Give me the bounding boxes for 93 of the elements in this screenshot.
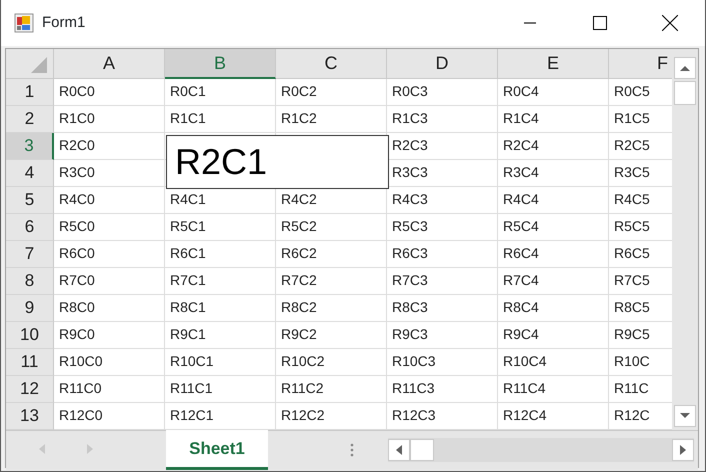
row-header[interactable]: 4 — [6, 160, 54, 187]
column-header[interactable]: D — [387, 49, 498, 79]
table-cell: R10C0 — [54, 349, 165, 376]
table-cell: R9C4 — [498, 322, 609, 349]
table-cell: R0C1 — [165, 79, 276, 106]
table-cell: R11C2 — [276, 376, 387, 403]
table-cell: R5C3 — [387, 214, 498, 241]
table-cell: R11C3 — [387, 376, 498, 403]
row-header[interactable]: 2 — [6, 106, 54, 133]
table-cell: R11C4 — [498, 376, 609, 403]
column-header[interactable]: C — [276, 49, 387, 79]
table-cell: R4C3 — [387, 187, 498, 214]
table-cell: R11C1 — [165, 376, 276, 403]
window-title: Form1 — [42, 12, 86, 33]
scroll-thumb[interactable] — [674, 81, 696, 105]
table-cell: R10C3 — [387, 349, 498, 376]
row-header[interactable]: 6 — [6, 214, 54, 241]
column-header[interactable]: A — [54, 49, 165, 79]
row-header[interactable]: 9 — [6, 295, 54, 322]
column-header[interactable]: E — [498, 49, 609, 79]
table-cell: R4C4 — [498, 187, 609, 214]
table-cell: R9C0 — [54, 322, 165, 349]
table-cell: R10C1 — [165, 349, 276, 376]
table-cell: R3C0 — [54, 160, 165, 187]
scroll-down-button[interactable] — [674, 405, 696, 427]
row-header[interactable]: 10 — [6, 322, 54, 349]
table-cell: R8C4 — [498, 295, 609, 322]
column-header[interactable]: B — [165, 49, 276, 79]
table-cell: R10C4 — [498, 349, 609, 376]
table-cell: R7C2 — [276, 268, 387, 295]
table-cell: R1C3 — [387, 106, 498, 133]
table-cell: R11C0 — [54, 376, 165, 403]
table-cell: R6C0 — [54, 241, 165, 268]
table-cell: R1C0 — [54, 106, 165, 133]
sheet-tab[interactable]: Sheet1 — [166, 430, 268, 470]
left-arrow-icon — [38, 443, 46, 455]
table-cell: R4C0 — [54, 187, 165, 214]
table-cell: R5C2 — [276, 214, 387, 241]
table-cell: R8C3 — [387, 295, 498, 322]
down-arrow-icon — [679, 412, 692, 420]
table-cell: R6C1 — [165, 241, 276, 268]
row-header[interactable]: 5 — [6, 187, 54, 214]
table-cell: R5C0 — [54, 214, 165, 241]
column-header[interactable]: F — [609, 49, 672, 79]
table-cell: R0C4 — [498, 79, 609, 106]
right-arrow-icon — [86, 443, 94, 455]
table-cell: R7C1 — [165, 268, 276, 295]
table-cell: R8C0 — [54, 295, 165, 322]
table-cell: R0C2 — [276, 79, 387, 106]
scroll-left-button[interactable] — [388, 439, 410, 461]
table-cell: R9C2 — [276, 322, 387, 349]
table-cell: R6C4 — [498, 241, 609, 268]
row-header[interactable]: 8 — [6, 268, 54, 295]
table-cell: R0C3 — [387, 79, 498, 106]
close-icon — [662, 15, 678, 31]
row-header[interactable]: 13 — [6, 403, 54, 430]
up-arrow-icon — [679, 64, 692, 72]
table-cell: R7C0 — [54, 268, 165, 295]
table-cell: R8C1 — [165, 295, 276, 322]
table-cell: R5C1 — [165, 214, 276, 241]
table-cell: R9C1 — [165, 322, 276, 349]
table-cell: R1C4 — [498, 106, 609, 133]
left-arrow-icon — [395, 444, 403, 456]
table-cell: R9C3 — [387, 322, 498, 349]
table-cell: R6C2 — [276, 241, 387, 268]
table-cell: R1C1 — [165, 106, 276, 133]
triangle-icon — [31, 57, 47, 73]
table-cell: R0C0 — [54, 79, 165, 106]
cell-editor-field[interactable]: R2C1 — [166, 135, 389, 189]
table-cell: R7C4 — [498, 268, 609, 295]
scroll-thumb[interactable] — [410, 439, 434, 461]
scroll-up-button[interactable] — [674, 57, 696, 79]
row-header[interactable]: 12 — [6, 376, 54, 403]
right-arrow-icon — [679, 444, 687, 456]
row-header[interactable]: 1 — [6, 79, 54, 106]
table-cell: R2C4 — [498, 133, 609, 160]
app-icon — [14, 13, 34, 33]
row-header[interactable]: 7 — [6, 241, 54, 268]
scroll-right-button[interactable] — [672, 439, 694, 461]
table-cell: R6C3 — [387, 241, 498, 268]
select-all-corner[interactable] — [6, 49, 54, 79]
horizontal-scrollbar[interactable] — [388, 438, 694, 462]
row-header[interactable]: 3 — [6, 133, 54, 160]
more-options-icon[interactable] — [350, 443, 354, 457]
table-cell: R10C2 — [276, 349, 387, 376]
table-cell: R8C2 — [276, 295, 387, 322]
table-cell: R3C4 — [498, 160, 609, 187]
table-cell: R2C0 — [54, 133, 165, 160]
maximize-icon — [593, 16, 607, 30]
row-header[interactable]: 11 — [6, 349, 54, 376]
table-cell: R5C4 — [498, 214, 609, 241]
table-cell: R1C2 — [276, 106, 387, 133]
table-cell: R7C3 — [387, 268, 498, 295]
